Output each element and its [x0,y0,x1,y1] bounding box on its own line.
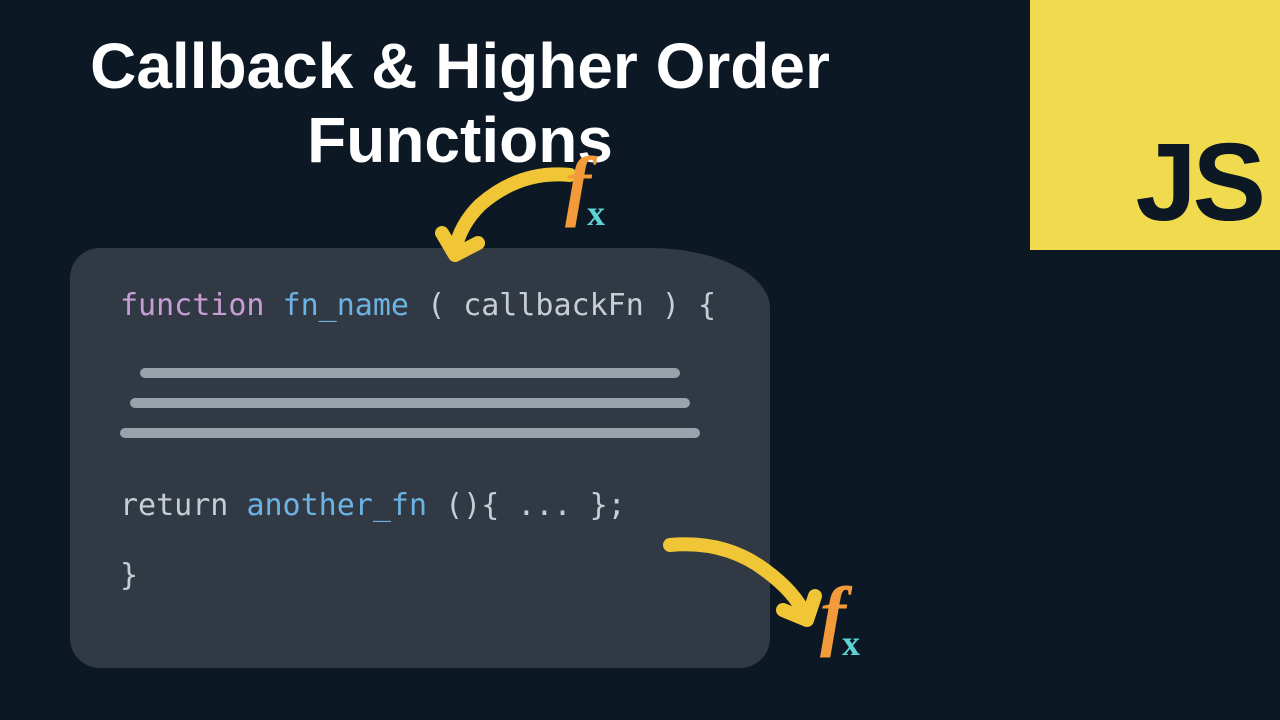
param-name: callbackFn [463,288,644,323]
call-suffix: (){ ... }; [445,488,626,523]
open-brace: { [698,288,716,323]
close-paren: ) [662,288,680,323]
function-name: fn_name [283,288,409,323]
arrow-out-icon [655,520,835,640]
code-line-declaration: function fn_name ( callbackFn ) { [120,288,720,323]
fx-icon-callback: f x [565,140,613,230]
code-line-return: return another_fn (){ ... }; [120,488,720,523]
open-paren: ( [427,288,445,323]
js-logo-text: JS [1135,128,1262,238]
keyword-function: function [120,288,265,323]
placeholder-line [120,428,700,438]
placeholder-line [130,398,690,408]
fx-icon-return: f x [820,570,868,660]
fx-x: x [587,193,605,233]
placeholder-line [140,368,680,378]
close-brace: } [120,558,720,593]
js-logo: JS [1030,0,1280,250]
fx-x: x [842,623,860,663]
return-fn-name: another_fn [246,488,427,523]
placeholder-body [120,368,720,438]
keyword-return: return [120,488,246,523]
